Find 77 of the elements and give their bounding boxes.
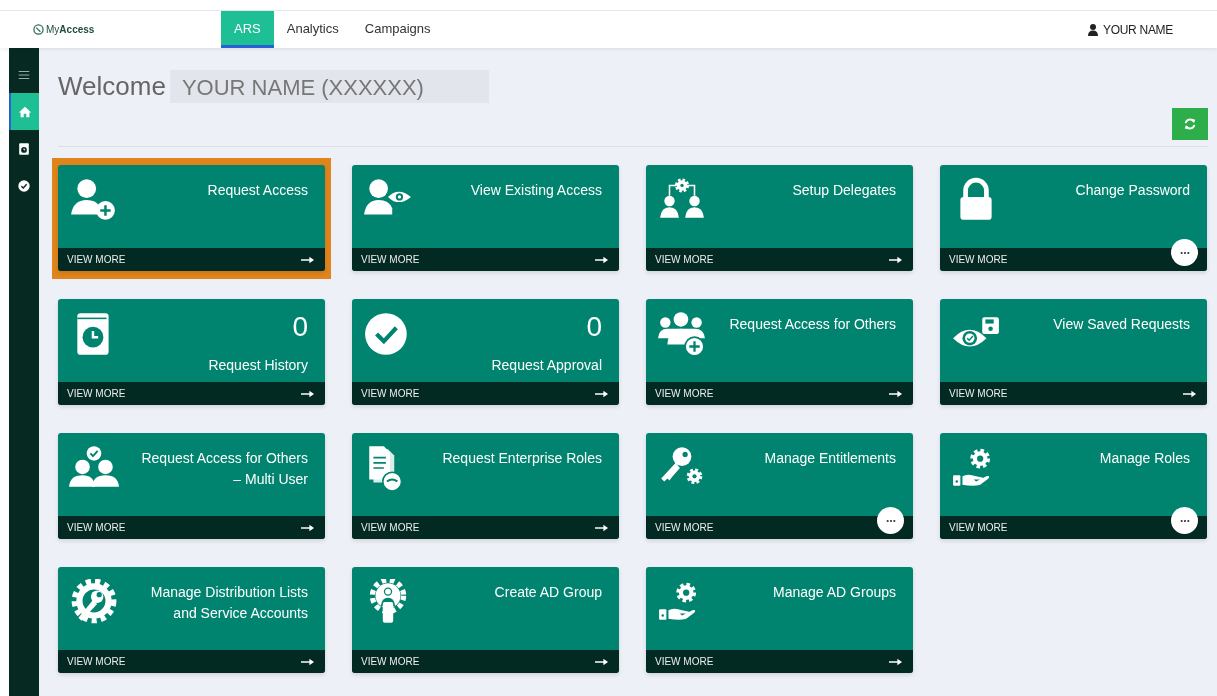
tile-card[interactable]: Request Access VIEW MORE	[58, 165, 325, 271]
tile-card[interactable]: Manage Entitlements VIEW MORE	[646, 433, 913, 539]
arrow-icon[interactable]	[301, 657, 314, 666]
logo-icon	[33, 24, 44, 35]
user-name[interactable]: YOUR NAME	[1103, 22, 1173, 37]
tile-card[interactable]: Change Password VIEW MORE	[940, 165, 1207, 271]
tile-card[interactable]: Manage Roles VIEW MORE	[940, 433, 1207, 539]
view-more-link[interactable]: VIEW MORE	[67, 522, 126, 533]
view-more-link[interactable]: VIEW MORE	[67, 388, 126, 399]
arrow-icon[interactable]	[1183, 389, 1196, 398]
arrow-icon[interactable]	[889, 255, 902, 264]
view-more-link[interactable]: VIEW MORE	[949, 522, 1008, 533]
nav-tab[interactable]: Analytics	[273, 11, 352, 48]
view-more-link[interactable]: VIEW MORE	[361, 388, 420, 399]
tile-title: Request Enterprise Roles	[442, 449, 602, 468]
user-icon	[1088, 23, 1098, 36]
arrow-icon[interactable]	[595, 523, 608, 532]
view-more-link[interactable]: VIEW MORE	[67, 656, 126, 667]
tile-card[interactable]: Create AD Group VIEW MORE	[352, 567, 619, 673]
count-value: 0	[586, 311, 602, 343]
view-more-link[interactable]: VIEW MORE	[655, 254, 714, 265]
tile-card[interactable]: Request Enterprise Roles VIEW MORE	[352, 433, 619, 539]
tile-card[interactable]: Manage Distribution Lists and Service Accounts VIEW MORE	[58, 567, 325, 673]
refresh-icon	[1183, 117, 1197, 131]
tile-card[interactable]: Request Access for Others VIEW MORE	[646, 299, 913, 405]
dots-icon	[1179, 250, 1190, 255]
view-more-link[interactable]: VIEW MORE	[655, 388, 714, 399]
tile-card[interactable]: Setup Delegates VIEW MORE	[646, 165, 913, 271]
tile-title: Manage Roles	[1099, 449, 1190, 468]
tile-title: Create AD Group	[494, 583, 602, 602]
home-icon	[18, 104, 32, 119]
tile-title: View Existing Access	[470, 181, 602, 200]
count-value: 0	[292, 311, 308, 343]
welcome-text: Welcome	[58, 71, 166, 102]
tile-title: Change Password	[1075, 181, 1190, 200]
tile-card[interactable]: 0 Request History VIEW MORE	[58, 299, 325, 405]
tile-card[interactable]: Request Access for Others – Multi User VIEW MORE	[58, 433, 325, 539]
tile-card[interactable]: View Existing Access VIEW MORE	[352, 165, 619, 271]
tile-card[interactable]: 0 Request Approval VIEW MORE	[352, 299, 619, 405]
view-more-link[interactable]: VIEW MORE	[361, 522, 420, 533]
group-plus-icon	[657, 311, 707, 357]
arrow-icon[interactable]	[301, 255, 314, 264]
view-more-link[interactable]: VIEW MORE	[949, 254, 1008, 265]
arrow-icon[interactable]	[301, 523, 314, 532]
tile-title: Setup Delegates	[792, 181, 896, 200]
view-more-link[interactable]: VIEW MORE	[361, 254, 420, 265]
dots-icon	[885, 518, 896, 523]
arrow-icon[interactable]	[595, 255, 608, 264]
arrow-icon[interactable]	[889, 657, 902, 666]
dots-icon	[1179, 518, 1190, 523]
logo-text[interactable]: MyAccess	[46, 24, 95, 35]
refresh-button[interactable]	[1172, 108, 1208, 140]
tile-card[interactable]: Manage AD Groups VIEW MORE	[646, 567, 913, 673]
tile-title: View Saved Requests	[1053, 315, 1190, 334]
arrow-icon[interactable]	[595, 657, 608, 666]
wrench-gear-icon	[69, 579, 119, 625]
view-more-link[interactable]: VIEW MORE	[361, 656, 420, 667]
calendar-clock-icon	[17, 141, 31, 156]
view-more-link[interactable]: VIEW MORE	[949, 388, 1008, 399]
tile-title: Manage Entitlements	[764, 449, 896, 468]
arrow-icon[interactable]	[595, 389, 608, 398]
view-more-link[interactable]: VIEW MORE	[67, 254, 126, 265]
check-circle-icon	[17, 178, 31, 193]
tile-title: Request Approval	[491, 356, 602, 375]
tile-title: Manage Distribution Lists and Service Accounts	[150, 583, 308, 623]
tile-title: Request Access for Others – Multi User	[141, 449, 308, 489]
arrow-icon[interactable]	[889, 389, 902, 398]
tile-title: Request Access for Others	[729, 315, 896, 334]
tile-card[interactable]: View Saved Requests VIEW MORE	[940, 299, 1207, 405]
arrow-icon[interactable]	[301, 389, 314, 398]
nav-tab[interactable]: Campaigns	[351, 11, 444, 48]
view-more-link[interactable]: VIEW MORE	[655, 522, 714, 533]
tile-title: Request Access	[207, 181, 308, 200]
user-name-banner: YOUR NAME (XXXXXX)	[169, 70, 489, 103]
tile-title: Request History	[208, 356, 308, 375]
view-more-link[interactable]: VIEW MORE	[655, 656, 714, 667]
tile-title: Manage AD Groups	[773, 583, 896, 602]
